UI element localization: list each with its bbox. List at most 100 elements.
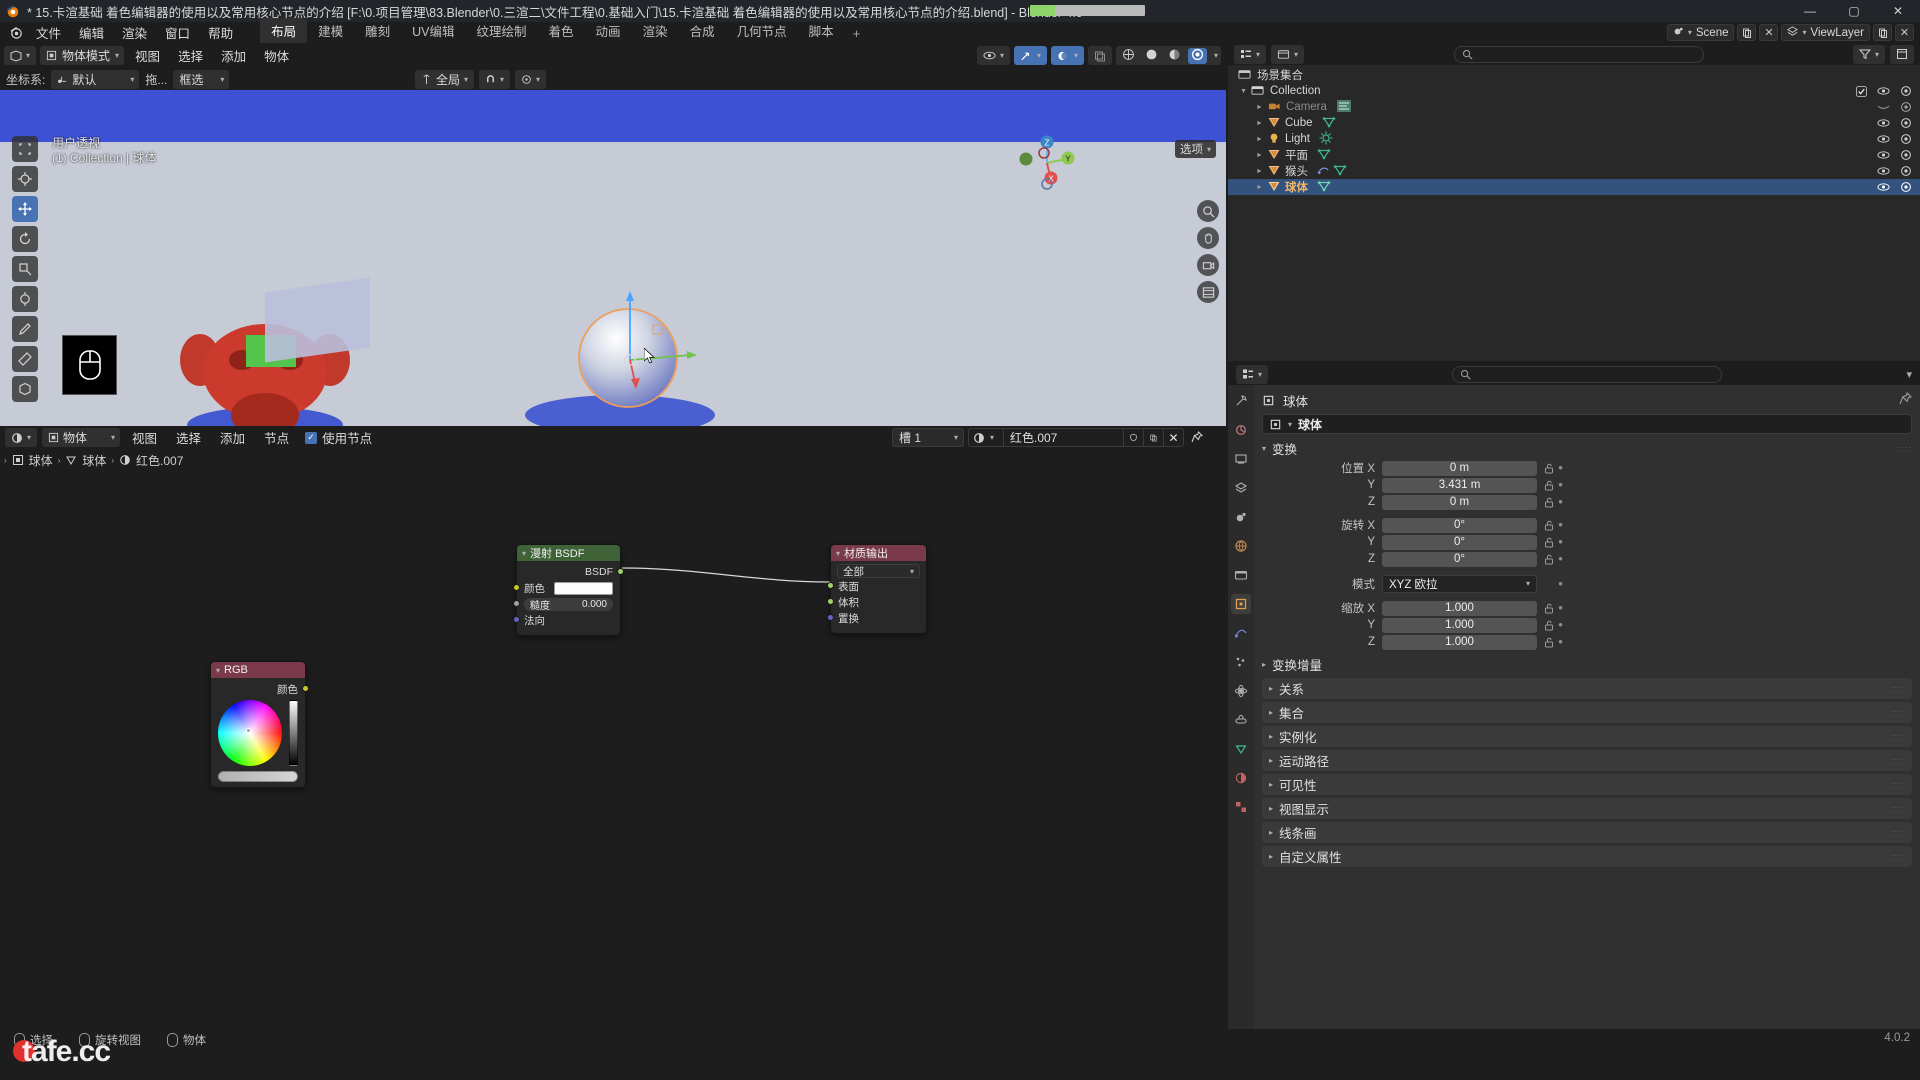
shading-solid-button[interactable] bbox=[1142, 48, 1161, 64]
object-name-field[interactable]: ▾ 球体 bbox=[1262, 414, 1912, 434]
field-value[interactable]: 0° bbox=[1382, 517, 1537, 533]
move-gizmo[interactable] bbox=[575, 285, 705, 405]
breadcrumb-mesh[interactable]: 球体 bbox=[82, 452, 106, 469]
chevron-down-icon[interactable]: ▾ bbox=[1288, 420, 1292, 429]
chevron-right-icon[interactable]: ▸ bbox=[1269, 852, 1273, 861]
color-swatch[interactable] bbox=[554, 581, 613, 595]
tab-material-icon[interactable] bbox=[1231, 768, 1251, 788]
breadcrumb-material[interactable]: 红色.007 bbox=[136, 452, 183, 469]
tab-tool-icon[interactable] bbox=[1231, 391, 1251, 411]
menu-file[interactable]: 文件 bbox=[27, 21, 70, 44]
chevron-down-icon[interactable]: ▾ bbox=[216, 666, 220, 675]
panel-visibility[interactable]: ▸ 可见性 :::: bbox=[1262, 774, 1912, 795]
pin-icon[interactable] bbox=[1899, 391, 1912, 409]
socket-volume-input[interactable] bbox=[827, 598, 834, 605]
pin-icon[interactable] bbox=[1188, 431, 1206, 444]
tool-rotate-icon[interactable] bbox=[12, 226, 38, 252]
tab-world-icon[interactable] bbox=[1231, 536, 1251, 556]
field-value[interactable]: 1.000 bbox=[1382, 634, 1537, 650]
workspace-tab-compositing[interactable]: 合成 bbox=[679, 18, 726, 43]
expand-triangle-icon[interactable]: ► bbox=[1254, 104, 1265, 111]
panel-custom-properties[interactable]: ▸ 自定义属性 :::: bbox=[1262, 846, 1912, 867]
node-canvas[interactable]: ▾ 漫射 BSDF BSDF 颜色 糙度 0.000 法向 ▾ 材质输出 全部 … bbox=[0, 471, 1226, 1029]
node-input-volume[interactable]: 体积 bbox=[827, 594, 926, 610]
menu-edit[interactable]: 编辑 bbox=[70, 21, 113, 44]
socket-color-input[interactable] bbox=[513, 584, 520, 591]
new-scene-button[interactable] bbox=[1737, 24, 1757, 41]
field-value[interactable]: 1.000 bbox=[1382, 600, 1537, 616]
visibility-dropdown[interactable]: ▾ bbox=[976, 46, 1010, 65]
shader-menu-add[interactable]: 添加 bbox=[213, 426, 252, 449]
node-input-roughness[interactable]: 糙度 0.000 bbox=[513, 596, 620, 612]
node-header[interactable]: ▾ 材质输出 bbox=[831, 545, 926, 561]
eye-icon[interactable] bbox=[1877, 181, 1890, 194]
tab-modifier-icon[interactable] bbox=[1231, 623, 1251, 643]
tool-transform-icon[interactable] bbox=[12, 286, 38, 312]
gizmo-toggle[interactable]: ▾ bbox=[1013, 46, 1047, 65]
animate-dot-icon[interactable]: • bbox=[1555, 478, 1566, 491]
rotation-mode-dropdown[interactable]: XYZ 欧拉 ▾ bbox=[1382, 574, 1537, 593]
workspace-tab-geometrynodes[interactable]: 几何节点 bbox=[726, 18, 798, 43]
outliner-row-cube[interactable]: ► Cube bbox=[1228, 115, 1920, 131]
outliner-tree[interactable]: 场景集合 ▼ Collection ► Camera ► Cube ► Ligh… bbox=[1228, 65, 1920, 361]
animate-dot-icon[interactable]: • bbox=[1555, 552, 1566, 565]
shader-type-dropdown[interactable]: 物体 ▾ bbox=[42, 428, 121, 447]
proportional-edit-dropdown[interactable]: 框选 ▾ bbox=[173, 69, 230, 89]
camera-render-icon[interactable] bbox=[1899, 117, 1912, 130]
lock-icon[interactable] bbox=[1542, 480, 1555, 491]
lock-icon[interactable] bbox=[1542, 554, 1555, 565]
workspace-tab-uvediting[interactable]: UV编辑 bbox=[401, 18, 465, 43]
animate-dot-icon[interactable]: • bbox=[1555, 635, 1566, 648]
shader-menu-view[interactable]: 视图 bbox=[125, 426, 164, 449]
add-workspace-button[interactable]: + bbox=[845, 24, 869, 43]
panel-instancing[interactable]: ▸ 实例化 :::: bbox=[1262, 726, 1912, 747]
outliner-row-plane[interactable]: ► 平面 bbox=[1228, 147, 1920, 163]
expand-triangle-icon[interactable]: ► bbox=[1254, 184, 1265, 191]
panel-relations[interactable]: ▸ 关系 :::: bbox=[1262, 678, 1912, 699]
shader-editor[interactable]: ▾ 物体 ▾ 视图 选择 添加 节点 ✓ 使用节点 槽 1 ▾ ▾ 红色.007… bbox=[0, 426, 1226, 1029]
camera-render-icon[interactable] bbox=[1899, 165, 1912, 178]
node-diffuse-bsdf[interactable]: ▾ 漫射 BSDF BSDF 颜色 糙度 0.000 法向 bbox=[513, 544, 624, 636]
outliner-display-mode-dropdown[interactable]: ▾ bbox=[1234, 44, 1267, 64]
tab-collection-icon[interactable] bbox=[1231, 565, 1251, 585]
tool-measure-icon[interactable] bbox=[12, 346, 38, 372]
outliner-row-scene-collection[interactable]: 场景集合 bbox=[1228, 67, 1920, 83]
node-output-row[interactable]: BSDF bbox=[517, 564, 624, 580]
animate-dot-icon[interactable]: • bbox=[1555, 601, 1566, 614]
breadcrumb-object[interactable]: 球体 bbox=[29, 452, 53, 469]
panel-line-art[interactable]: ▸ 线条画 :::: bbox=[1262, 822, 1912, 843]
outliner-filter-toggle[interactable] bbox=[1890, 44, 1914, 64]
field-value[interactable]: 1.000 bbox=[1382, 617, 1537, 633]
node-rgb[interactable]: ▾ RGB 颜色 bbox=[210, 661, 309, 788]
shader-menu-node[interactable]: 节点 bbox=[257, 426, 296, 449]
socket-roughness-input[interactable] bbox=[513, 600, 520, 607]
copy-icon[interactable] bbox=[1144, 428, 1164, 447]
tool-add-cube-icon[interactable] bbox=[12, 376, 38, 402]
scene-selector[interactable]: ▾ Scene bbox=[1666, 24, 1735, 41]
node-header[interactable]: ▾ 漫射 BSDF bbox=[517, 545, 620, 561]
zoom-icon[interactable] bbox=[1197, 200, 1219, 222]
shader-editor-type-selector[interactable]: ▾ bbox=[5, 428, 38, 447]
snap-magnet-toggle[interactable]: ▾ bbox=[478, 69, 510, 89]
outliner-new-collection-button[interactable]: ▾ bbox=[1271, 44, 1305, 64]
workspace-tab-sculpting[interactable]: 雕刻 bbox=[354, 18, 401, 43]
socket-rgb-output[interactable] bbox=[302, 685, 309, 692]
lock-icon[interactable] bbox=[1542, 520, 1555, 531]
new-viewlayer-button[interactable] bbox=[1873, 24, 1892, 41]
menu-help[interactable]: 帮助 bbox=[199, 21, 242, 44]
viewport-menu-select[interactable]: 选择 bbox=[171, 44, 210, 67]
expand-triangle-icon[interactable]: ► bbox=[1254, 168, 1265, 175]
expand-triangle-icon[interactable]: ► bbox=[1254, 136, 1265, 143]
color-preview-strip[interactable] bbox=[218, 771, 298, 782]
outliner-row-collection[interactable]: ▼ Collection bbox=[1228, 83, 1920, 99]
viewport-menu-object[interactable]: 物体 bbox=[257, 44, 296, 67]
maximize-button[interactable]: ▢ bbox=[1832, 0, 1876, 22]
overlays-toggle[interactable]: ▾ bbox=[1050, 46, 1084, 65]
workspace-tab-shading[interactable]: 着色 bbox=[538, 18, 585, 43]
transform-orientation-dropdown[interactable]: 默认 ▾ bbox=[51, 69, 140, 89]
tool-cursor-icon[interactable] bbox=[12, 166, 38, 192]
transform-panel-header[interactable]: ▾ 变换 :::: bbox=[1262, 438, 1912, 459]
outliner[interactable]: ▾ ▾ ▾ 场景集合 ▼ Collection ► Camera ► Cube … bbox=[1228, 43, 1920, 361]
tab-texture-icon[interactable] bbox=[1231, 797, 1251, 817]
value-slider[interactable] bbox=[289, 700, 298, 766]
